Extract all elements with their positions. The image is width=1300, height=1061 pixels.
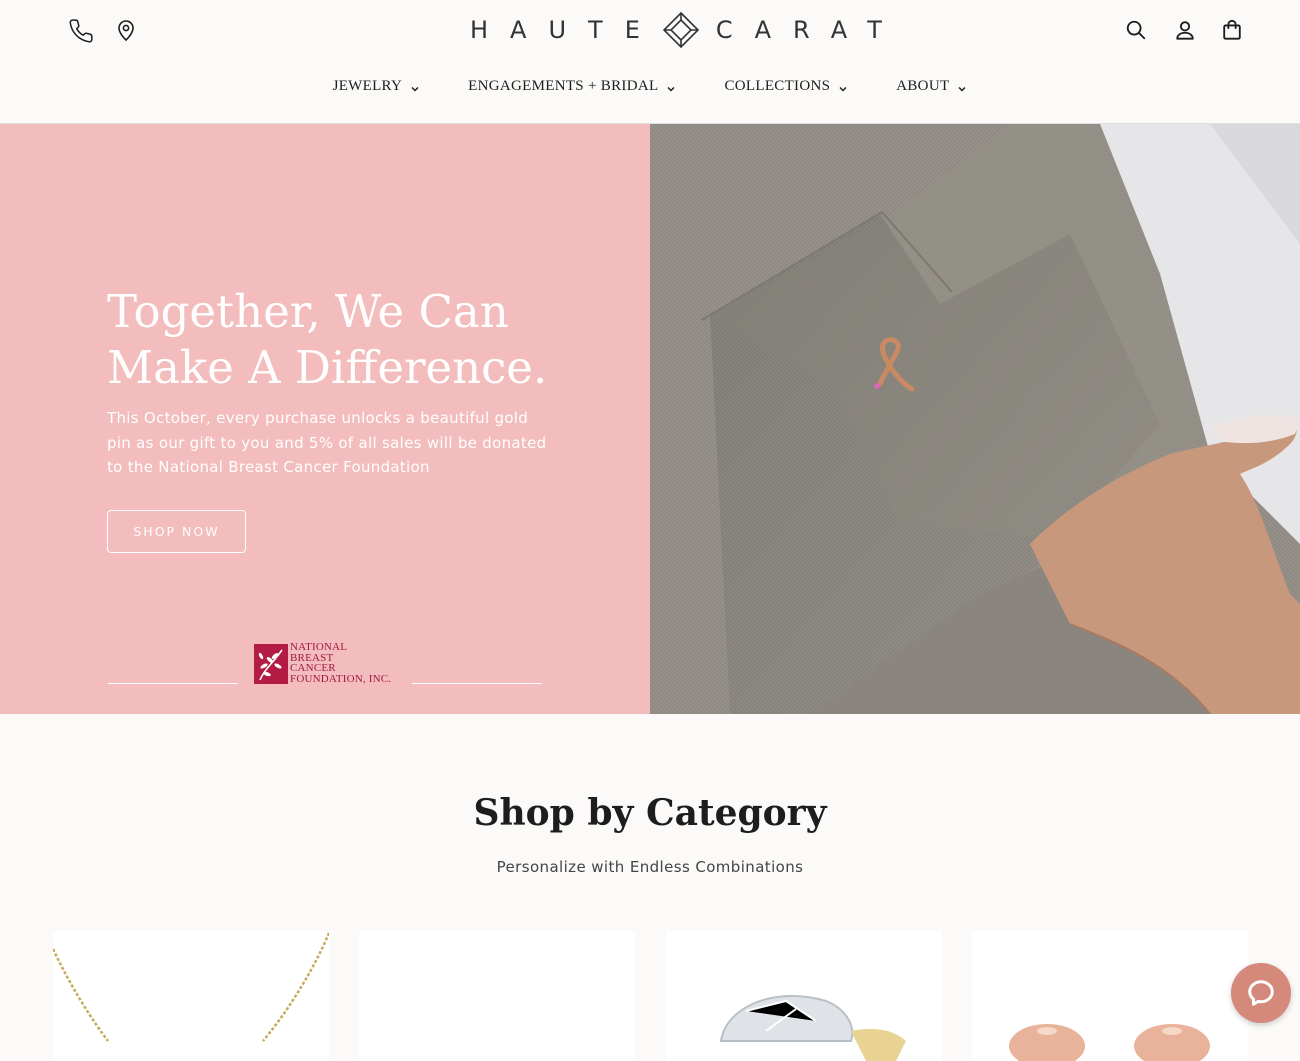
- ring-image: [719, 995, 906, 1061]
- chat-bubble-icon: [1246, 978, 1276, 1008]
- chevron-down-icon: [410, 82, 420, 92]
- nbcf-name: NATIONAL BREAST CANCER FOUNDATION, INC.: [290, 642, 391, 684]
- category-card-rings[interactable]: [666, 931, 942, 1061]
- chat-widget-button[interactable]: [1231, 963, 1291, 1023]
- nav-item-label: COLLECTIONS: [724, 78, 831, 94]
- hero-title: Together, We Can Make A Difference.: [107, 284, 627, 396]
- search-icon[interactable]: [1123, 17, 1149, 43]
- nav-item-about[interactable]: ABOUT: [896, 78, 967, 95]
- nav-item-engagements-bridal[interactable]: ENGAGEMENTS + BRIDAL: [468, 78, 676, 95]
- partner-logo-nbcf: NATIONAL BREAST CANCER FOUNDATION, INC.: [108, 642, 542, 686]
- section-subtitle: Personalize with Endless Combinations: [496, 858, 804, 876]
- hero-text-panel: Together, We Can Make A Difference. This…: [0, 124, 650, 714]
- nav-item-jewelry[interactable]: JEWELRY: [333, 78, 421, 95]
- main-nav: JEWELRY ENGAGEMENTS + BRIDAL COLLECTIONS…: [0, 78, 1300, 95]
- earrings-image: [1009, 1024, 1210, 1061]
- nav-item-label: ABOUT: [896, 78, 950, 94]
- category-card-earrings[interactable]: [972, 931, 1248, 1061]
- nav-item-collections[interactable]: COLLECTIONS: [724, 78, 848, 95]
- nbcf-line: NATIONAL: [290, 641, 348, 653]
- hero-title-line1: Together, We Can: [107, 285, 509, 338]
- hero-title-line2: Make A Difference.: [107, 341, 548, 394]
- nav-item-label: ENGAGEMENTS + BRIDAL: [468, 78, 659, 94]
- nbcf-line: CANCER: [290, 662, 336, 674]
- hero-banner: Together, We Can Make A Difference. This…: [0, 124, 1300, 714]
- logo-word-left: HAUTE: [470, 16, 662, 44]
- nav-item-label: JEWELRY: [332, 78, 403, 94]
- divider: [412, 683, 542, 684]
- location-icon[interactable]: [112, 15, 140, 45]
- category-card[interactable]: [359, 931, 635, 1061]
- phone-icon[interactable]: [66, 16, 96, 46]
- diamond-logo-icon: [662, 11, 700, 49]
- section-title: Shop by Category: [473, 792, 827, 834]
- nbcf-logo-icon: [254, 644, 288, 684]
- logo-word-right: CARAT: [715, 16, 904, 44]
- chevron-down-icon: [666, 82, 676, 92]
- chevron-down-icon: [957, 82, 967, 92]
- lapel-pin-photo: [650, 124, 1300, 714]
- bag-icon[interactable]: [1219, 16, 1245, 44]
- nbcf-line: FOUNDATION, INC.: [290, 672, 392, 685]
- hero-description: This October, every purchase unlocks a b…: [107, 409, 547, 476]
- divider: [108, 683, 238, 684]
- brand-logo[interactable]: HAUTE CARAT: [470, 10, 882, 50]
- necklace-image: [53, 932, 329, 1042]
- site-header: HAUTE CARAT JEWELRY ENGAGEMENTS + BRIDAL…: [0, 0, 1300, 124]
- account-icon[interactable]: [1172, 16, 1198, 44]
- chevron-down-icon: [838, 82, 848, 92]
- category-card-necklaces[interactable]: [53, 931, 329, 1061]
- hero-image: [650, 124, 1300, 714]
- shop-now-button[interactable]: SHOP NOW: [107, 510, 246, 553]
